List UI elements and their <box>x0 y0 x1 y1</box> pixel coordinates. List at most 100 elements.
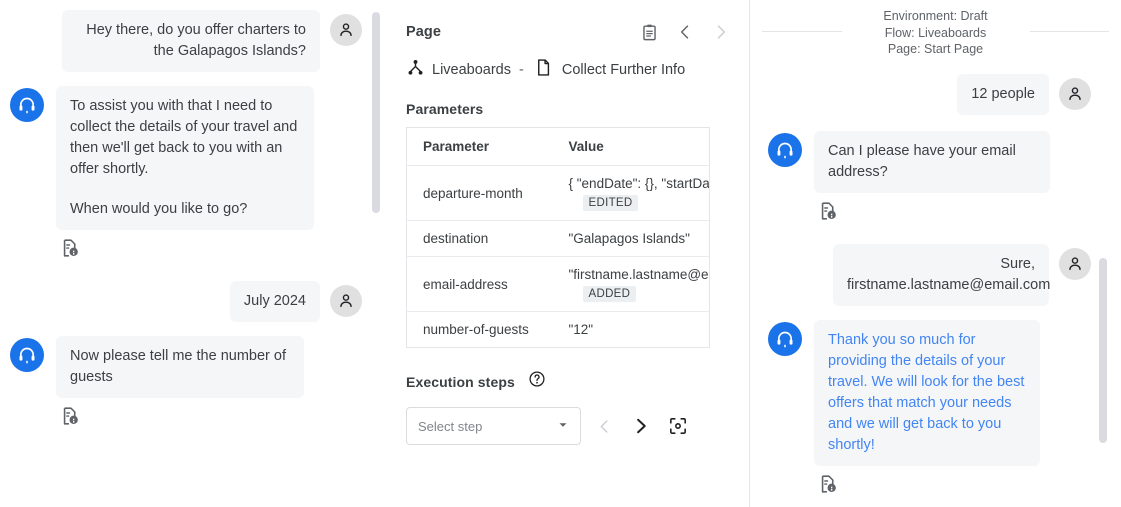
person-icon <box>337 292 355 310</box>
bot-message-column: Thank you so much for providing the deta… <box>814 320 1040 507</box>
headset-icon <box>775 140 795 160</box>
parameter-status-badge: ADDED <box>583 286 637 302</box>
message-list-left: Hey there, do you offer charters to the … <box>0 10 388 445</box>
message-paragraph: Can I please have your email address? <box>828 141 1036 183</box>
message-list-right: 12 people <box>750 40 1121 507</box>
avatar-user <box>330 285 362 317</box>
headset-icon <box>17 345 37 365</box>
page-icon <box>534 58 553 81</box>
message-row-user: 12 people <box>768 74 1091 115</box>
table-header-parameter: Parameter <box>407 128 553 166</box>
breadcrumb-flow-label[interactable]: Liveaboards <box>432 62 511 78</box>
chevron-right-icon <box>711 22 731 42</box>
center-focus-icon[interactable] <box>668 416 688 436</box>
conversation-panel-left: Hey there, do you offer charters to the … <box>0 0 388 507</box>
help-circle-icon[interactable] <box>528 370 546 393</box>
execution-steps-label: Execution steps <box>406 374 515 390</box>
table-row[interactable]: number-of-guests "12" <box>407 312 710 348</box>
parameter-name-cell: departure-month <box>407 166 553 221</box>
bot-message-column: Can I please have your email address? <box>814 131 1050 240</box>
person-icon <box>337 21 355 39</box>
avatar-agent <box>10 88 44 122</box>
message-paragraph: Thank you so much for providing the deta… <box>828 330 1026 456</box>
parameter-name-cell: email-address <box>407 257 553 312</box>
page-inspector-actions <box>640 22 731 42</box>
select-step-value: Select step <box>418 419 482 434</box>
message-row-bot: Now please tell me the number of guests <box>10 336 362 445</box>
document-info-icon[interactable] <box>818 474 838 494</box>
simulator-workspace: Hey there, do you offer charters to the … <box>0 0 1121 507</box>
message-bubble-bot: Now please tell me the number of guests <box>56 336 304 398</box>
person-icon <box>1066 255 1084 273</box>
headset-icon <box>775 329 795 349</box>
message-bubble-user: 12 people <box>957 74 1049 115</box>
scrollbar-right[interactable] <box>1099 0 1107 507</box>
chevron-left-icon[interactable] <box>675 22 695 42</box>
message-details-icon-wrap[interactable] <box>818 201 838 226</box>
parameter-value-cell: { "endDate": {}, "startDate": {} } EDITED <box>553 166 710 221</box>
parameter-value-text: "firstname.lastname@ema <box>569 266 710 283</box>
parameter-name-cell: number-of-guests <box>407 312 553 348</box>
parameter-status-badge: EDITED <box>583 195 639 211</box>
scrollbar-left[interactable] <box>372 0 380 507</box>
message-paragraph: Now please tell me the number of guests <box>70 346 290 388</box>
message-row-bot: Can I please have your email address? <box>768 131 1091 240</box>
chevron-down-icon <box>557 419 569 434</box>
message-details-icon-wrap[interactable] <box>60 238 80 263</box>
scrollbar-thumb-right[interactable] <box>1099 258 1107 443</box>
avatar-agent <box>10 338 44 372</box>
avatar-user <box>1059 248 1091 280</box>
message-row-bot: To assist you with that I need to collec… <box>10 86 362 277</box>
table-row[interactable]: departure-month{ "endDate": {}, "startDa… <box>407 166 710 221</box>
banner-line-left <box>762 31 842 32</box>
message-details-icon-wrap[interactable] <box>818 474 838 499</box>
execution-steps-header: Execution steps <box>406 370 731 393</box>
message-details-icon-wrap[interactable] <box>60 406 80 431</box>
table-header-value: Value <box>553 128 710 166</box>
avatar-user <box>330 14 362 46</box>
parameter-value-text: { "endDate": {}, "startDate": {} } <box>569 175 710 192</box>
table-header-row: Parameter Value <box>407 128 710 166</box>
clipboard-icon[interactable] <box>640 23 659 42</box>
person-icon <box>1066 85 1084 103</box>
parameters-table: Parameter Value departure-month{ "endDat… <box>406 127 710 348</box>
select-step-dropdown[interactable]: Select step <box>406 407 581 445</box>
message-bubble-bot: To assist you with that I need to collec… <box>56 86 314 230</box>
document-info-icon[interactable] <box>60 238 80 258</box>
step-next-chevron-right-icon[interactable] <box>631 416 651 436</box>
page-inspector-panel: Page <box>388 0 749 507</box>
conversation-panel-right: Environment: Draft Flow: Liveaboards Pag… <box>750 0 1121 507</box>
parameter-name-cell: destination <box>407 221 553 257</box>
parameter-value-text: "Galapagos Islands" <box>569 230 710 247</box>
message-row-user: Hey there, do you offer charters to the … <box>10 10 362 72</box>
parameter-value-cell: "12" <box>553 312 710 348</box>
parameter-value-cell: "firstname.lastname@ema ADDED <box>553 257 710 312</box>
environment-banner: Environment: Draft Flow: Liveaboards Pag… <box>750 22 1121 40</box>
step-prev-chevron-left-icon <box>595 417 614 436</box>
bot-message-column: To assist you with that I need to collec… <box>56 86 314 277</box>
message-bubble-user: Sure, firstname.lastname@email.com <box>833 244 1049 306</box>
message-bubble-user: Hey there, do you offer charters to the … <box>62 10 320 72</box>
message-paragraph: To assist you with that I need to collec… <box>70 96 300 180</box>
scrollbar-thumb-left[interactable] <box>372 12 380 213</box>
avatar-agent <box>768 133 802 167</box>
message-bubble-user: July 2024 <box>230 281 320 322</box>
table-row[interactable]: destination "Galapagos Islands" <box>407 221 710 257</box>
banner-line-right <box>1030 31 1110 32</box>
headset-icon <box>17 95 37 115</box>
parameter-value-text: "12" <box>569 321 710 338</box>
avatar-agent <box>768 322 802 356</box>
breadcrumb-page-label[interactable]: Collect Further Info <box>562 62 685 78</box>
document-info-icon[interactable] <box>60 406 80 426</box>
parameter-value-cell: "Galapagos Islands" <box>553 221 710 257</box>
message-row-bot: Thank you so much for providing the deta… <box>768 320 1091 507</box>
breadcrumb-separator: - <box>518 62 525 78</box>
table-row[interactable]: email-address "firstname.lastname@ema ADDE… <box>407 257 710 312</box>
parameters-label: Parameters <box>406 101 731 117</box>
breadcrumb: Liveaboards - Collect Further Info <box>406 58 731 81</box>
document-info-icon[interactable] <box>818 201 838 221</box>
message-row-user: July 2024 <box>10 281 362 322</box>
step-nav <box>595 416 688 436</box>
flow-label: Flow: Liveaboards <box>750 25 1121 42</box>
page-inspector-header: Page <box>406 22 731 42</box>
